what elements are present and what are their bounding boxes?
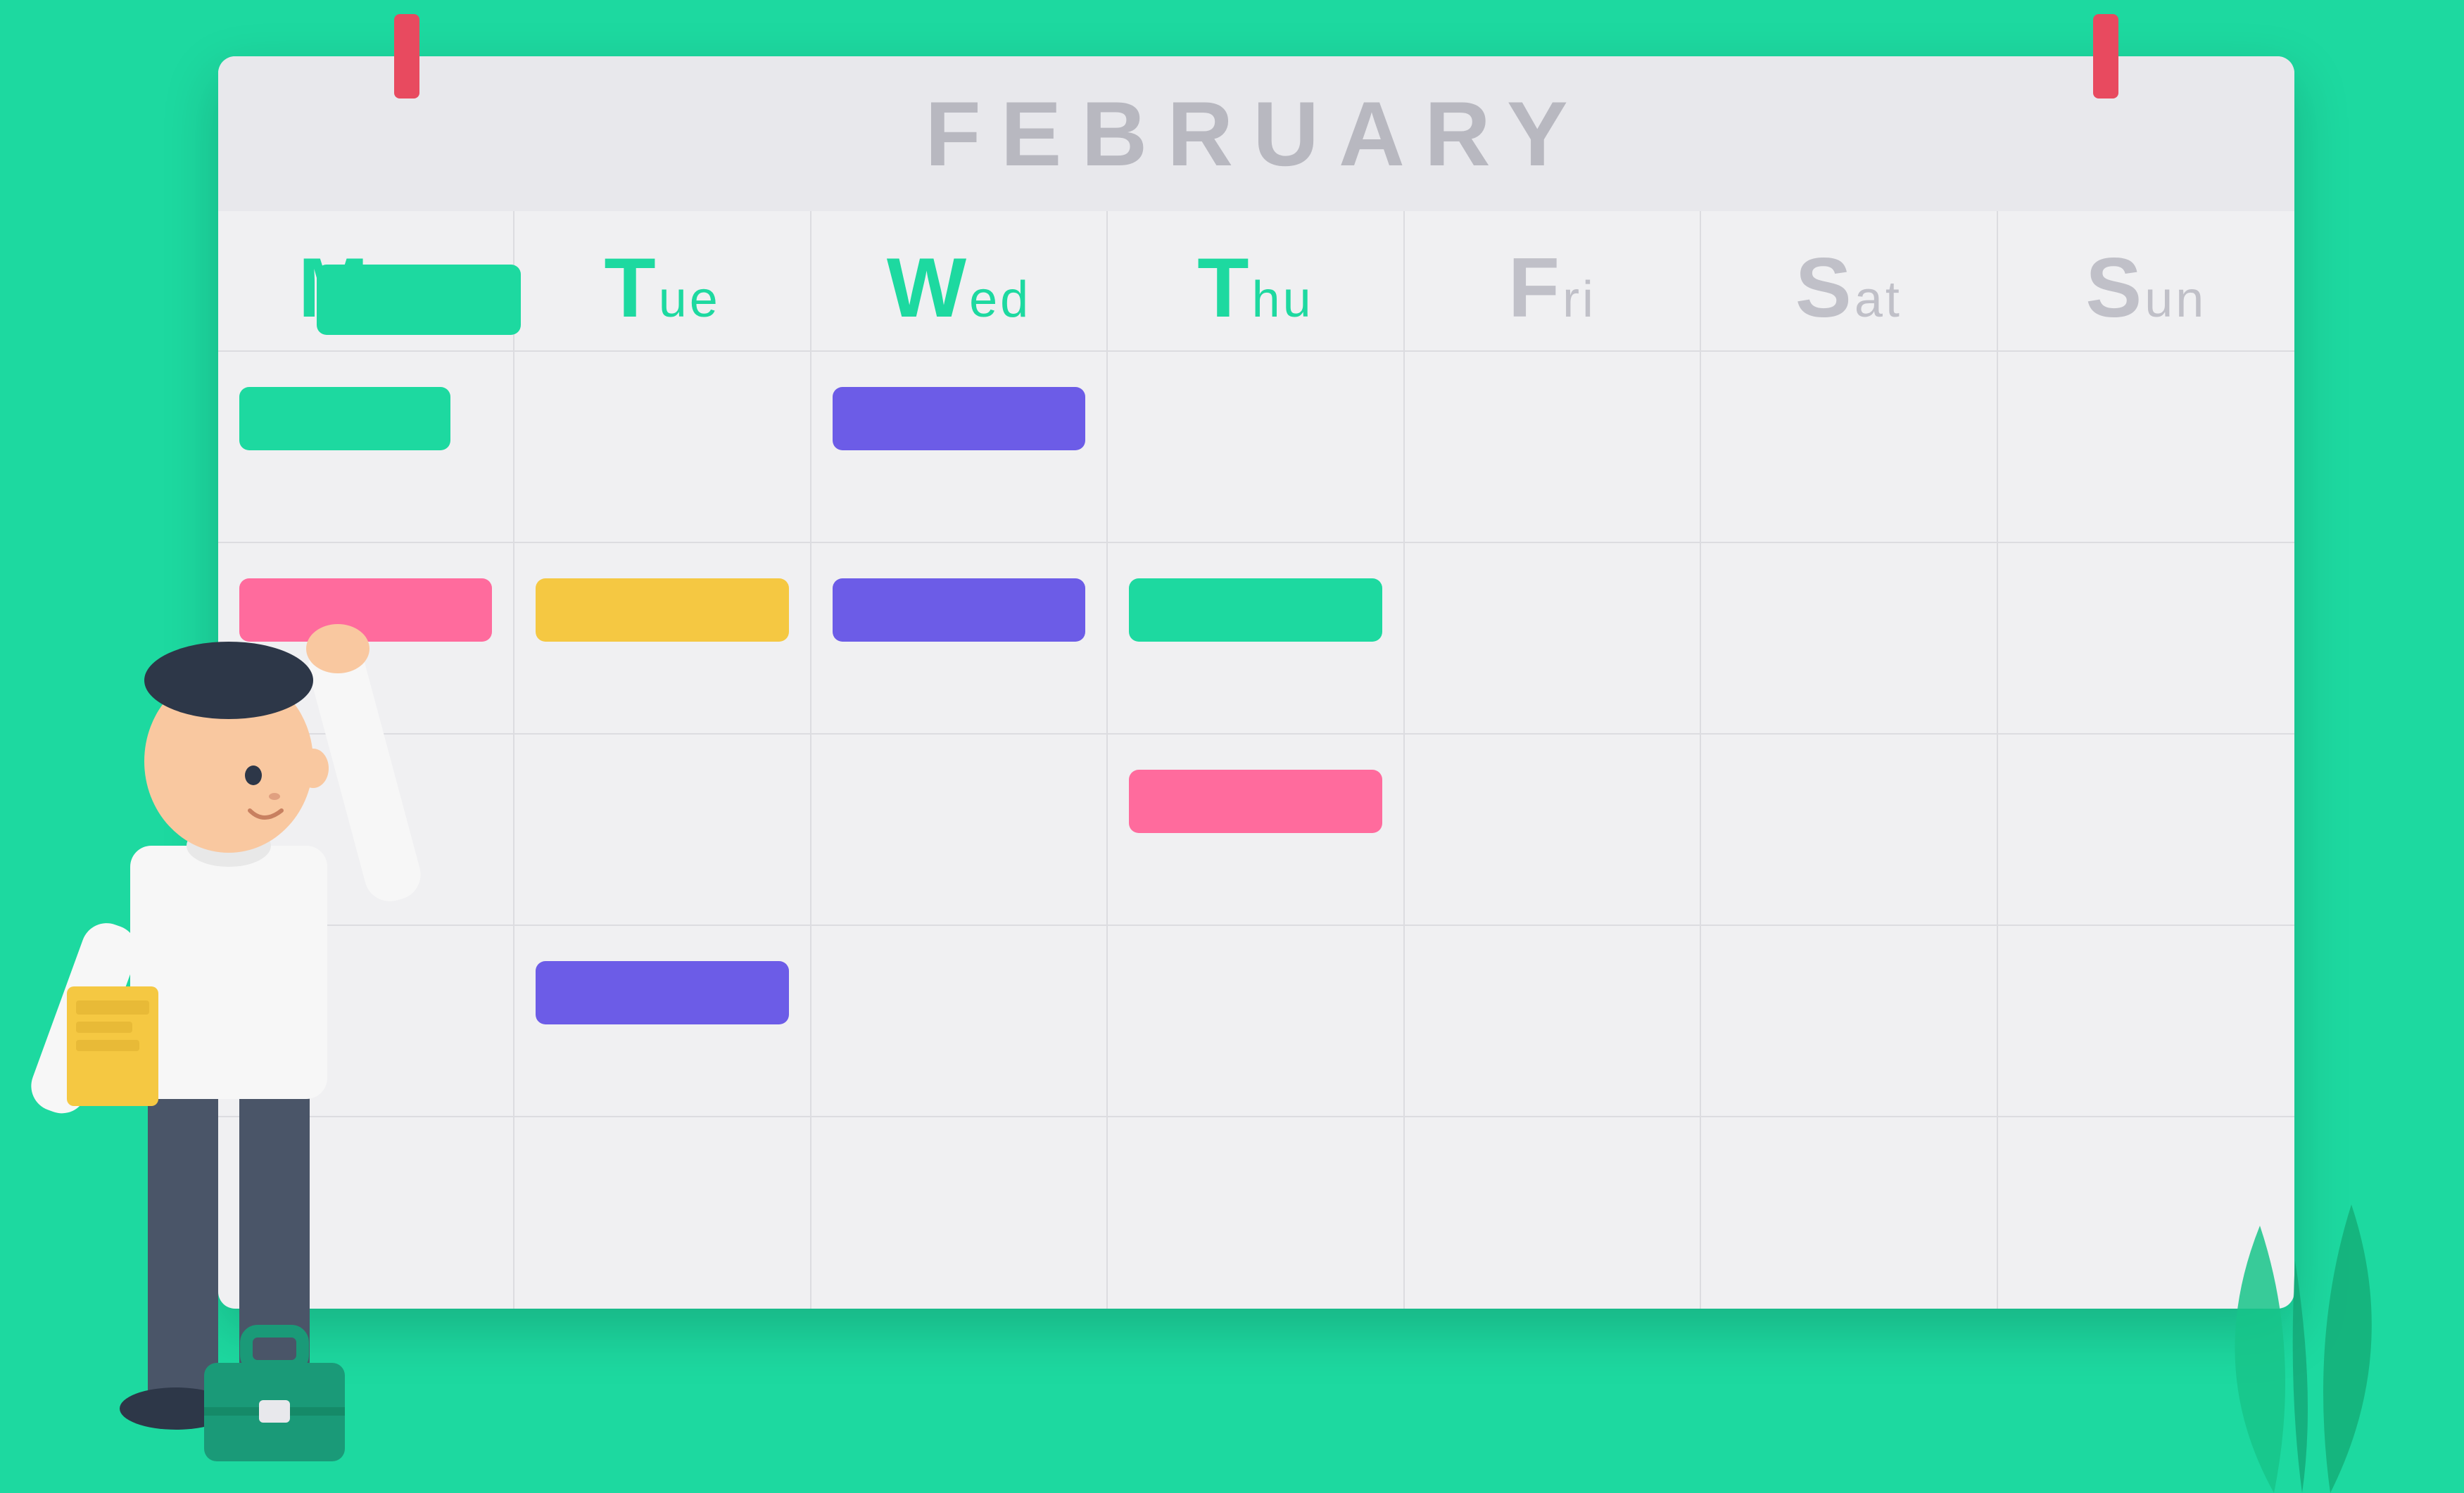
cell-thu-5 <box>1108 1117 1404 1309</box>
cell-sat-2 <box>1701 543 1997 735</box>
cell-tue-3 <box>514 735 811 926</box>
cell-wed-4 <box>811 926 1108 1117</box>
day-header-sun: Sun <box>1998 211 2294 350</box>
cell-sun-3 <box>1998 735 2294 926</box>
cell-thu-4 <box>1108 926 1404 1117</box>
event-block-held <box>317 265 521 335</box>
cell-tue-5 <box>514 1117 811 1309</box>
cell-wed-2 <box>811 543 1108 735</box>
cell-wed-5 <box>811 1117 1108 1309</box>
calendar: FEBRUARY Mon Tue Wed Th <box>218 56 2294 1309</box>
calendar-body: Mon Tue Wed Thu Fri <box>218 211 2294 1309</box>
cell-sat-5 <box>1701 1117 1997 1309</box>
briefcase-illustration <box>197 1324 352 1465</box>
cell-sat-4 <box>1701 926 1997 1117</box>
event-wed-purple-1 <box>833 387 1085 450</box>
event-wed-purple-2 <box>833 578 1085 642</box>
cell-thu-2 <box>1108 543 1404 735</box>
cell-fri-4 <box>1405 926 1701 1117</box>
day-header-wed: Wed <box>811 211 1108 350</box>
event-tue-yellow <box>536 578 788 642</box>
cell-tue-4 <box>514 926 811 1117</box>
pin-right <box>2093 14 2118 99</box>
event-thu-pink <box>1129 770 1382 833</box>
pin-left <box>394 14 419 99</box>
event-tue-purple <box>536 961 788 1024</box>
cells-area <box>218 352 2294 1309</box>
cell-fri-3 <box>1405 735 1701 926</box>
cell-wed-1 <box>811 352 1108 543</box>
cell-wed-3 <box>811 735 1108 926</box>
cell-tue-1 <box>514 352 811 543</box>
cell-sun-1 <box>1998 352 2294 543</box>
day-header-fri: Fri <box>1405 211 1701 350</box>
cell-fri-1 <box>1405 352 1701 543</box>
cell-fri-5 <box>1405 1117 1701 1309</box>
cell-fri-2 <box>1405 543 1701 735</box>
leaves-illustration <box>2147 1015 2443 1493</box>
cell-tue-2 <box>514 543 811 735</box>
day-header-tue: Tue <box>514 211 811 350</box>
cell-thu-1 <box>1108 352 1404 543</box>
cell-sat-1 <box>1701 352 1997 543</box>
cell-sun-2 <box>1998 543 2294 735</box>
event-thu-teal <box>1129 578 1382 642</box>
day-header-sat: Sat <box>1701 211 1997 350</box>
cell-sat-3 <box>1701 735 1997 926</box>
calendar-title: FEBRUARY <box>925 81 1587 186</box>
days-row: Mon Tue Wed Thu Fri <box>218 211 2294 352</box>
cell-thu-3 <box>1108 735 1404 926</box>
calendar-header: FEBRUARY <box>218 56 2294 211</box>
day-header-thu: Thu <box>1108 211 1404 350</box>
